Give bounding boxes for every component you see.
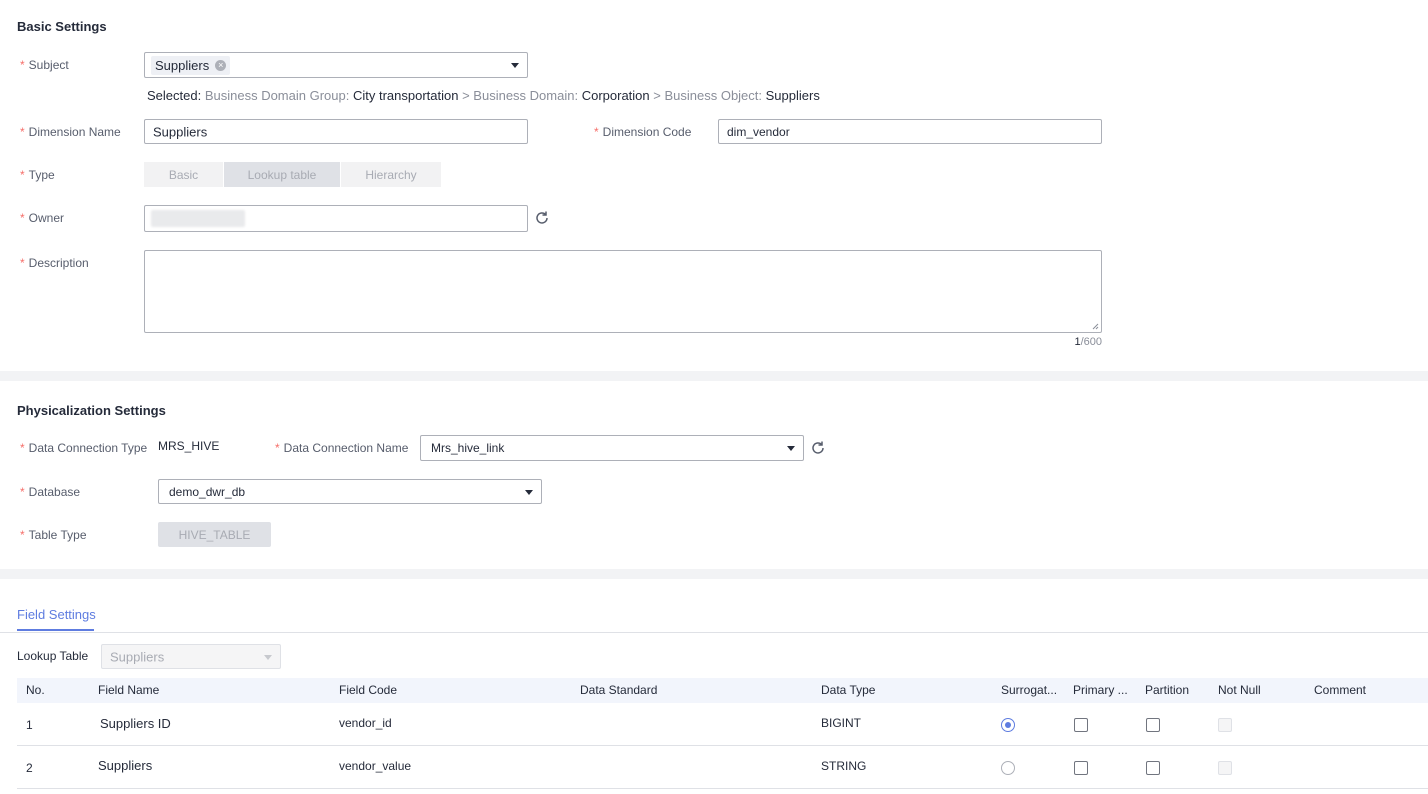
- section-divider: [0, 371, 1428, 381]
- object-value: Suppliers: [765, 88, 820, 103]
- col-surrogate: Surrogat...: [1001, 683, 1058, 697]
- subject-tag-label: Suppliers: [155, 58, 210, 73]
- refresh-icon[interactable]: [534, 210, 550, 226]
- chevron-down-icon: [511, 63, 519, 68]
- dimension-name-label: * Dimension Name: [20, 125, 121, 139]
- database-label: * Database: [20, 485, 81, 499]
- not-null-checkbox[interactable]: [1218, 718, 1232, 732]
- primary-checkbox[interactable]: [1074, 761, 1088, 775]
- conn-name-value: Mrs_hive_link: [431, 441, 505, 455]
- primary-checkbox[interactable]: [1074, 718, 1088, 732]
- owner-input[interactable]: [144, 205, 528, 232]
- row-field-code: vendor_id: [339, 716, 392, 730]
- type-option-lookup-table[interactable]: Lookup table: [224, 162, 340, 187]
- required-mark: *: [20, 58, 25, 72]
- required-mark: *: [20, 125, 25, 139]
- tag-remove-icon[interactable]: ×: [215, 60, 227, 71]
- required-mark: *: [20, 256, 25, 270]
- col-partition: Partition: [1145, 683, 1190, 697]
- char-count-max: /600: [1080, 336, 1102, 348]
- dimension-code-value: dim_vendor: [727, 124, 790, 139]
- description-label: * Description: [20, 256, 89, 270]
- row-data-type: STRING: [821, 759, 867, 773]
- lookup-table-value: Suppliers: [110, 649, 165, 664]
- basic-settings-title: Basic Settings: [17, 19, 107, 34]
- row-field-name: Suppliers ID: [100, 716, 171, 731]
- required-mark: *: [20, 168, 25, 182]
- tab-field-settings[interactable]: Field Settings: [17, 607, 96, 622]
- char-counter: 1/600: [1060, 336, 1102, 348]
- col-comment: Comment: [1314, 683, 1367, 697]
- required-mark: *: [20, 211, 25, 225]
- owner-tag-blurred: [151, 210, 245, 227]
- table-type-label: * Table Type: [20, 528, 87, 542]
- row-field-code: vendor_value: [339, 759, 412, 773]
- lookup-table-label: Lookup Table: [17, 649, 89, 663]
- surrogate-radio[interactable]: [1001, 761, 1015, 775]
- table-header: [17, 678, 1428, 703]
- resize-handle-icon[interactable]: [1092, 323, 1099, 330]
- required-mark: *: [275, 441, 280, 455]
- domain-value: Corporation: [581, 88, 650, 103]
- tab-divider: [0, 632, 1428, 633]
- row-field-name: Suppliers: [98, 758, 153, 773]
- conn-name-select[interactable]: Mrs_hive_link: [420, 435, 804, 461]
- database-select[interactable]: demo_dwr_db: [158, 479, 542, 504]
- owner-label: * Owner: [20, 211, 65, 225]
- section-divider: [0, 569, 1428, 579]
- table-type-button[interactable]: HIVE_TABLE: [158, 522, 271, 547]
- partition-checkbox[interactable]: [1146, 761, 1160, 775]
- col-data-standard: Data Standard: [580, 683, 658, 697]
- physicalization-settings-title: Physicalization Settings: [17, 403, 166, 418]
- col-field-code: Field Code: [339, 683, 398, 697]
- description-textarea[interactable]: [144, 250, 1102, 333]
- chevron-down-icon: [787, 446, 795, 451]
- row-data-type: BIGINT: [821, 716, 862, 730]
- subject-label: * Subject: [20, 58, 69, 72]
- conn-type-value: MRS_HIVE: [158, 439, 220, 453]
- domain-label: > Business Domain:: [462, 88, 579, 103]
- col-data-type: Data Type: [821, 683, 876, 697]
- selected-path: Selected: Business Domain Group: City tr…: [147, 88, 820, 103]
- subject-tag: Suppliers ×: [151, 56, 231, 75]
- required-mark: *: [20, 441, 25, 455]
- type-option-basic[interactable]: Basic: [144, 162, 223, 187]
- type-option-hierarchy[interactable]: Hierarchy: [341, 162, 441, 187]
- group-value: City transportation: [352, 88, 459, 103]
- required-mark: *: [20, 485, 25, 499]
- conn-name-label: * Data Connection Name: [275, 441, 409, 455]
- type-label: * Type: [20, 168, 55, 182]
- dimension-name-value: Suppliers: [153, 124, 208, 139]
- col-no: No.: [26, 683, 45, 697]
- row-no: 2: [26, 761, 33, 775]
- lookup-table-select[interactable]: Suppliers: [101, 644, 281, 669]
- dimension-code-input[interactable]: dim_vendor: [718, 119, 1102, 144]
- required-mark: *: [594, 125, 599, 139]
- chevron-down-icon: [525, 489, 533, 495]
- col-primary: Primary ...: [1073, 683, 1128, 697]
- tab-active-indicator: [17, 629, 94, 631]
- col-field-name: Field Name: [98, 683, 160, 697]
- surrogate-radio[interactable]: [1001, 718, 1015, 732]
- database-value: demo_dwr_db: [169, 484, 246, 499]
- selected-prefix: Selected:: [147, 88, 202, 103]
- group-label: Business Domain Group:: [204, 88, 350, 103]
- dimension-name-input[interactable]: Suppliers: [144, 119, 528, 144]
- not-null-checkbox[interactable]: [1218, 761, 1232, 775]
- partition-checkbox[interactable]: [1146, 718, 1160, 732]
- dimension-code-label: * Dimension Code: [594, 125, 692, 139]
- table-row: [17, 746, 1428, 789]
- subject-select[interactable]: Suppliers ×: [144, 52, 528, 78]
- refresh-icon[interactable]: [810, 440, 826, 456]
- required-mark: *: [20, 528, 25, 542]
- object-label: > Business Object:: [653, 88, 763, 103]
- row-no: 1: [26, 718, 33, 732]
- col-not-null: Not Null: [1218, 683, 1261, 697]
- table-row: [17, 703, 1428, 746]
- conn-type-label: * Data Connection Type: [20, 441, 148, 455]
- chevron-down-icon: [264, 654, 272, 660]
